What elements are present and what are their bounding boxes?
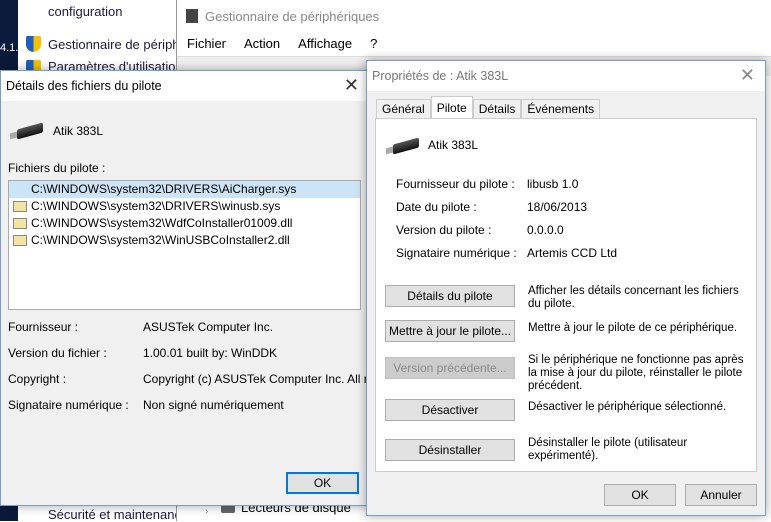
- driver-details-button[interactable]: Détails du pilote: [385, 285, 515, 307]
- menu-fichier[interactable]: Fichier: [187, 36, 226, 51]
- file-icon: [13, 235, 27, 246]
- tab-general[interactable]: Général: [376, 99, 431, 119]
- info-value: ASUSTek Computer Inc.: [143, 320, 274, 334]
- info-value: 1.00.01 built by: WinDDK: [143, 346, 278, 360]
- info-label: Fournisseur :: [8, 320, 79, 334]
- list-item[interactable]: C:\WINDOWS\system32\WdfCoInstaller01009.…: [9, 215, 360, 232]
- disk-icon: [221, 505, 235, 513]
- file-path: C:\WINDOWS\system32\DRIVERS\winusb.sys: [31, 199, 281, 213]
- update-driver-button[interactable]: Mettre à jour le pilote...: [385, 320, 515, 342]
- file-path: C:\WINDOWS\system32\DRIVERS\AiCharger.sy…: [31, 182, 297, 196]
- action-description: Désinstaller le pilote (utilisateur expé…: [528, 437, 688, 462]
- file-icon: [13, 201, 27, 212]
- info-value: Artemis CCD Ltd: [527, 246, 618, 260]
- tab-events[interactable]: Événements: [521, 99, 601, 119]
- device-name: Atik 383L: [53, 124, 104, 138]
- shield-icon: [26, 36, 41, 52]
- menu-bar: Fichier Action Affichage ?: [187, 36, 377, 51]
- dialog-title: Propriétés de : Atik 383L: [372, 69, 509, 83]
- menu-help[interactable]: ?: [370, 36, 377, 51]
- dialog-title: Détails des fichiers du pilote: [6, 79, 162, 93]
- menu-affichage[interactable]: Affichage: [298, 36, 352, 51]
- tab-bar: Général Pilote Détails Événements: [376, 96, 601, 119]
- info-label: Date du pilote :: [396, 200, 477, 214]
- action-description: Si le périphérique ne fonctionne pas apr…: [528, 354, 744, 392]
- driver-file-details-dialog: Détails des fichiers du pilote ✕ Atik 383…: [0, 70, 370, 506]
- file-icon: [13, 218, 27, 229]
- list-item[interactable]: C:\WINDOWS\system32\DRIVERS\AiCharger.sy…: [9, 181, 360, 198]
- tab-driver[interactable]: Pilote: [430, 96, 473, 119]
- cancel-button[interactable]: Annuler: [685, 484, 757, 506]
- action-description: Mettre à jour le pilote de ce périphériq…: [528, 322, 738, 334]
- info-value: 18/06/2013: [527, 200, 588, 214]
- info-label: Copyright :: [8, 372, 67, 386]
- ok-button[interactable]: OK: [604, 484, 676, 506]
- info-value: 0.0.0.0: [527, 223, 564, 237]
- usb-device-icon: [17, 122, 43, 140]
- menu-action[interactable]: Action: [244, 36, 280, 51]
- usb-device-icon: [393, 137, 419, 155]
- files-label: Fichiers du pilote :: [8, 161, 106, 175]
- properties-dialog: Propriétés de : Atik 383L ✕ Général Pilot…: [366, 60, 766, 516]
- close-icon[interactable]: ✕: [740, 65, 755, 86]
- driver-files-list[interactable]: C:\WINDOWS\system32\DRIVERS\AiCharger.sy…: [8, 180, 361, 310]
- device-manager-icon: [186, 9, 198, 23]
- info-value: libusb 1.0: [527, 177, 579, 191]
- list-item[interactable]: C:\WINDOWS\system32\WinUSBCoInstaller2.d…: [9, 232, 360, 249]
- info-label: Fournisseur du pilote :: [396, 177, 515, 191]
- info-label: Signataire numérique :: [8, 398, 129, 412]
- window-title: Gestionnaire de périphériques: [205, 9, 380, 24]
- uninstall-button[interactable]: Désinstaller: [385, 439, 515, 461]
- info-value: Non signé numériquement: [143, 398, 284, 412]
- tab-details[interactable]: Détails: [472, 99, 522, 119]
- chevron-right-icon[interactable]: ›: [205, 506, 208, 517]
- ok-button[interactable]: OK: [286, 472, 359, 494]
- cp-item-configuration[interactable]: configuration: [48, 4, 122, 19]
- device-name: Atik 383L: [428, 138, 479, 152]
- action-description: Afficher les détails concernant les fich…: [528, 285, 739, 310]
- info-label: Signataire numérique :: [396, 246, 517, 260]
- driver-tab-panel: Atik 383L Fournisseur du pilote : libusb…: [375, 118, 757, 472]
- info-label: Version du pilote :: [396, 223, 492, 237]
- info-label: Version du fichier :: [8, 346, 107, 360]
- action-description: Désactiver le périphérique sélectionné.: [528, 401, 727, 413]
- disable-button[interactable]: Désactiver: [385, 399, 515, 421]
- rollback-driver-button: Version précédente...: [385, 357, 515, 379]
- info-value: Copyright (c) ASUSTek Computer Inc. All …: [143, 372, 367, 386]
- cp-item-security[interactable]: Sécurité et maintenance: [48, 507, 188, 522]
- file-path: C:\WINDOWS\system32\WinUSBCoInstaller2.d…: [31, 233, 290, 247]
- list-item[interactable]: C:\WINDOWS\system32\DRIVERS\winusb.sys: [9, 198, 360, 215]
- file-path: C:\WINDOWS\system32\WdfCoInstaller01009.…: [31, 216, 293, 230]
- close-icon[interactable]: ✕: [344, 75, 359, 96]
